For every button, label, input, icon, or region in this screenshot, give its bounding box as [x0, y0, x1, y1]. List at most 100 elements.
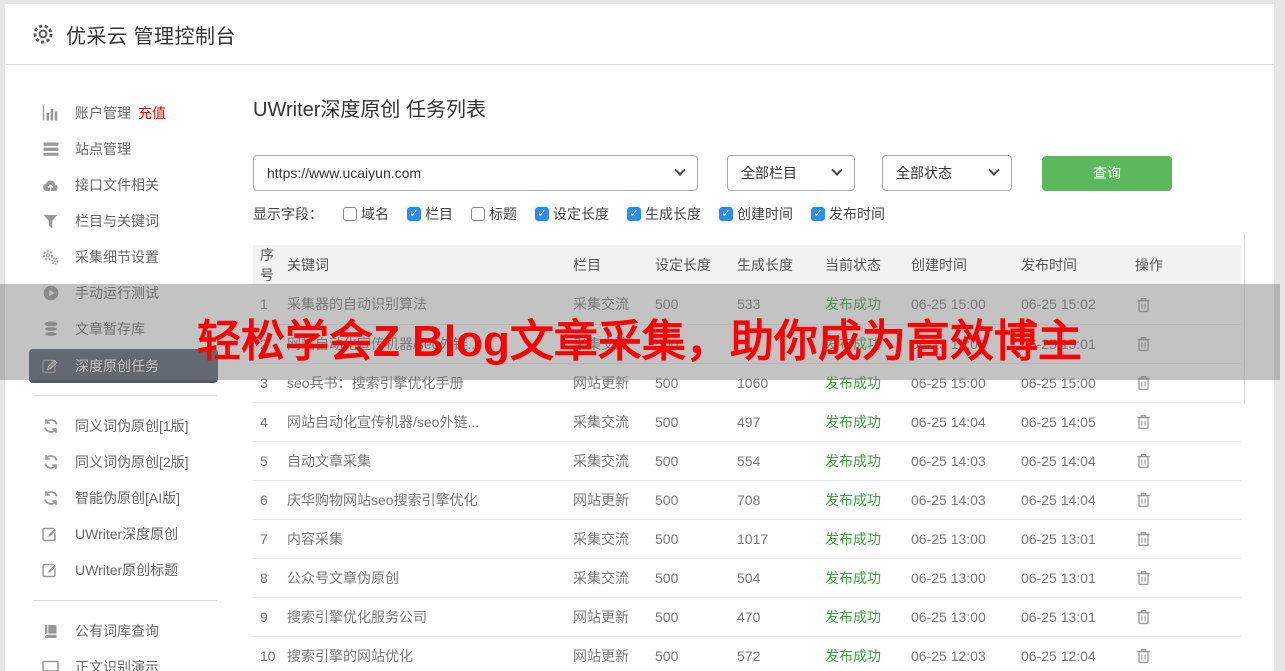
- sidebar-item-label: 手动运行测试: [75, 285, 159, 301]
- table-row: 7 内容采集 采集交流 500 1017 发布成功 06-25 13:00 06-25 13:…: [253, 519, 1241, 559]
- table-row: 2 网站自动化宣传机器/seo外链... 采集交流 500 发布成功 06-25 15:0…: [253, 324, 1241, 364]
- sidebar-item-collect-detail-settings[interactable]: 采集细节设置: [5, 239, 231, 275]
- sidebar-item-label: 正文识别演示: [75, 659, 159, 671]
- sidebar-item-label: 站点管理: [75, 141, 131, 157]
- checkbox-checked-icon[interactable]: ✓: [719, 207, 733, 221]
- keyword-cell: 公众号文章伪原创: [287, 558, 573, 598]
- status-cell: 发布成功: [825, 480, 911, 520]
- sidebar-item-account-management[interactable]: 账户管理 充值: [5, 95, 231, 131]
- chevron-down-icon: [674, 164, 686, 176]
- delete-button[interactable]: [1135, 647, 1152, 665]
- keyword-cell: seo兵书：搜索引擎优化手册: [287, 363, 573, 403]
- column-header: 关键词: [287, 245, 573, 285]
- column-select[interactable]: 全部栏目: [727, 155, 855, 191]
- field-checkbox-label: 创建时间: [737, 206, 793, 222]
- field-checkbox-域名[interactable]: 域名: [343, 204, 389, 224]
- column-cell: 网站更新: [573, 597, 655, 637]
- sidebar-item-site-management[interactable]: 站点管理: [5, 131, 231, 167]
- row-number: 8: [253, 558, 287, 598]
- published-time-cell: 06-25 13:01: [1021, 597, 1135, 637]
- created-time-cell: 06-25 13:00: [911, 597, 1021, 637]
- delete-button[interactable]: [1135, 335, 1152, 353]
- field-checkbox-栏目[interactable]: ✓ 栏目: [407, 204, 453, 224]
- delete-button[interactable]: [1135, 374, 1152, 392]
- checkbox-checked-icon[interactable]: ✓: [407, 207, 421, 221]
- published-time-cell: 06-25 14:04: [1021, 441, 1135, 481]
- server-icon: [42, 142, 59, 157]
- sidebar-item-synonym-pseudo-v1[interactable]: 同义词伪原创[1版]: [5, 408, 231, 444]
- published-time-cell: 06-25 14:04: [1021, 480, 1135, 520]
- published-time-cell: 06-25 12:04: [1021, 636, 1135, 671]
- field-checkbox-设定长度[interactable]: ✓ 设定长度: [535, 204, 609, 224]
- sidebar-item-label: 栏目与关键词: [75, 213, 159, 229]
- sidebar-item-label: 接口文件相关: [75, 177, 159, 193]
- status-cell: 发布成功: [825, 441, 911, 481]
- created-time-cell: 06-25 15:00: [911, 285, 1021, 325]
- table-row: 10 搜索引擎的网站优化 网站更新 500 572 发布成功 06-25 12:03 06-2…: [253, 636, 1241, 671]
- gen-length-cell: 470: [737, 597, 825, 637]
- bar-chart-icon: [42, 105, 59, 121]
- sidebar-item-uwriter-deep-original[interactable]: UWriter深度原创: [5, 516, 231, 552]
- checkbox-checked-icon[interactable]: ✓: [627, 207, 641, 221]
- sidebar-item-columns-keywords[interactable]: 栏目与关键词: [5, 203, 231, 239]
- database-icon: [42, 321, 59, 337]
- created-time-cell: 06-25 15:00: [911, 363, 1021, 403]
- published-time-cell: 06-25 14:05: [1021, 402, 1135, 442]
- sidebar-item-smart-pseudo-ai[interactable]: 智能伪原创[AI版]: [5, 480, 231, 516]
- set-length-cell: 500: [655, 480, 737, 520]
- sidebar-item-label: UWriter深度原创: [75, 526, 179, 542]
- row-number: 5: [253, 441, 287, 481]
- sidebar-item-deep-original-tasks[interactable]: 深度原创任务: [29, 349, 218, 383]
- set-length-cell: 500: [655, 402, 737, 442]
- sidebar-item-public-dict-query[interactable]: 公有词库查询: [5, 613, 231, 649]
- delete-button[interactable]: [1135, 569, 1152, 587]
- gen-length-cell: 708: [737, 480, 825, 520]
- status-cell: 发布成功: [825, 363, 911, 403]
- delete-button[interactable]: [1135, 608, 1152, 626]
- published-time-cell: 06-25 15:01: [1021, 324, 1135, 364]
- gen-length-cell: 554: [737, 441, 825, 481]
- site-select[interactable]: https://www.ucaiyun.com: [253, 155, 698, 191]
- sidebar-item-synonym-pseudo-v2[interactable]: 同义词伪原创[2版]: [5, 444, 231, 480]
- query-button[interactable]: 查询: [1042, 155, 1172, 191]
- gen-length-cell: 1060: [737, 363, 825, 403]
- delete-button[interactable]: [1135, 296, 1152, 314]
- delete-button[interactable]: [1135, 491, 1152, 509]
- gen-length-cell: [737, 324, 825, 364]
- table-row: 1 采集器的自动识别算法 采集交流 500 533 发布成功 06-25 15:00 06-2…: [253, 285, 1241, 325]
- field-checkbox-发布时间[interactable]: ✓ 发布时间: [811, 204, 885, 224]
- field-checkbox-生成长度[interactable]: ✓ 生成长度: [627, 204, 701, 224]
- sidebar-item-manual-run-test[interactable]: 手动运行测试: [5, 275, 231, 311]
- delete-button[interactable]: [1135, 452, 1152, 470]
- gears-icon: [42, 249, 59, 265]
- field-checkbox-label: 标题: [489, 206, 517, 222]
- gear-icon: [32, 23, 54, 45]
- filter-icon: [42, 214, 59, 229]
- status-cell: 发布成功: [825, 519, 911, 559]
- filter-row: https://www.ucaiyun.com 全部栏目 全部状态 查询: [253, 155, 1274, 191]
- delete-button[interactable]: [1135, 413, 1152, 431]
- recharge-badge[interactable]: 充值: [138, 103, 166, 123]
- sidebar-item-content-recognition-demo[interactable]: 正文识别演示: [5, 649, 231, 671]
- sidebar-item-api-files[interactable]: 接口文件相关: [5, 167, 231, 203]
- delete-button[interactable]: [1135, 530, 1152, 548]
- sidebar-item-uwriter-original-title[interactable]: UWriter原创标题: [5, 552, 231, 588]
- status-select[interactable]: 全部状态: [882, 155, 1012, 191]
- column-header: 栏目: [573, 245, 655, 285]
- sidebar-item-label: 智能伪原创[AI版]: [75, 490, 181, 506]
- checkbox-unchecked-icon[interactable]: [343, 207, 357, 221]
- checkbox-checked-icon[interactable]: ✓: [811, 207, 825, 221]
- sidebar-item-label: 账户管理: [75, 105, 131, 121]
- column-header: 序号: [253, 245, 287, 285]
- checkbox-unchecked-icon[interactable]: [471, 207, 485, 221]
- field-checkbox-label: 生成长度: [645, 206, 701, 222]
- checkbox-checked-icon[interactable]: ✓: [535, 207, 549, 221]
- created-time-cell: 06-25 14:04: [911, 402, 1021, 442]
- field-checkbox-创建时间[interactable]: ✓ 创建时间: [719, 204, 793, 224]
- action-cell: [1135, 324, 1241, 364]
- refresh-icon: [42, 454, 59, 470]
- action-cell: [1135, 363, 1241, 403]
- sidebar-divider: [33, 600, 217, 601]
- sidebar-item-article-cache[interactable]: 文章暂存库: [5, 311, 231, 347]
- field-checkbox-标题[interactable]: 标题: [471, 204, 517, 224]
